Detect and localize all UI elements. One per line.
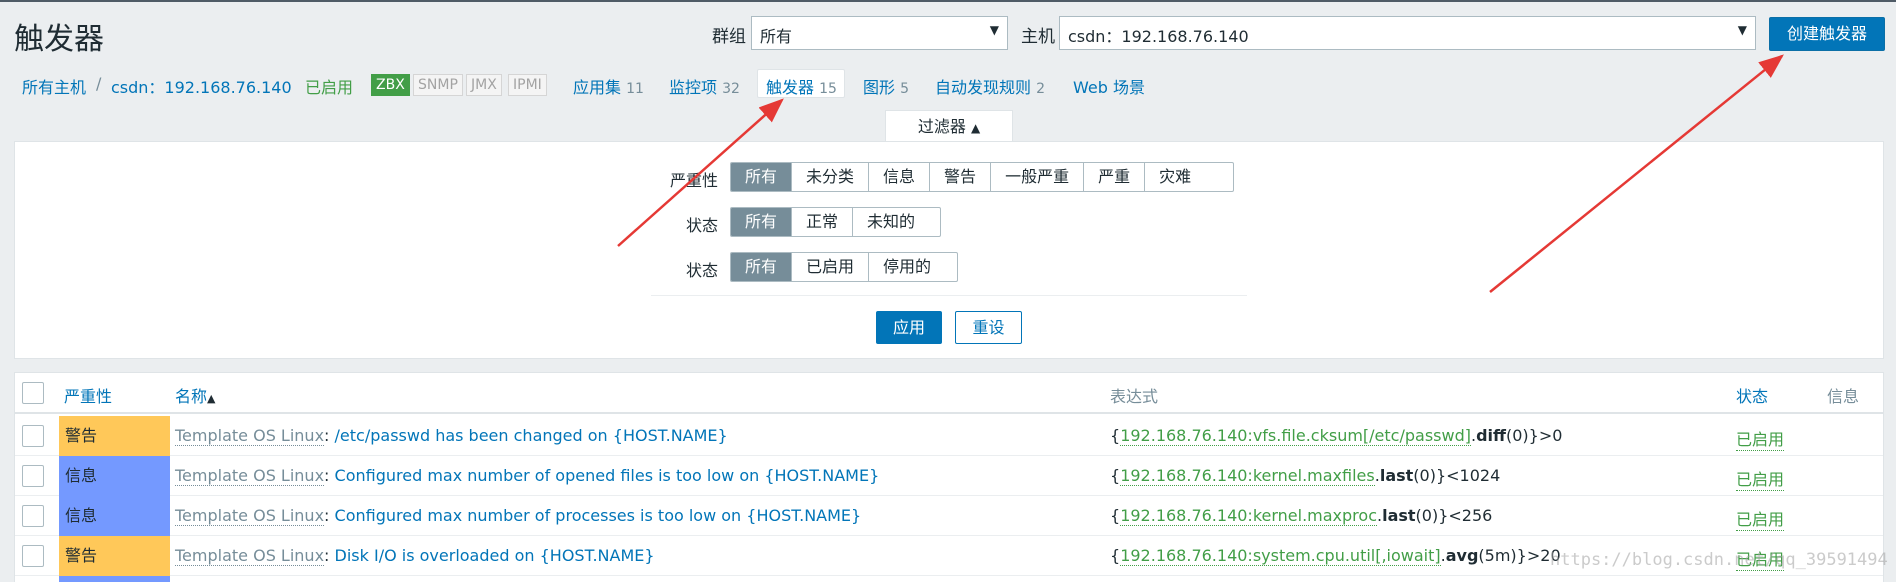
red-arrow-to-triggers-tab xyxy=(617,98,784,247)
annotation-arrows xyxy=(617,54,1784,293)
red-arrow-to-create-button xyxy=(1489,54,1784,293)
